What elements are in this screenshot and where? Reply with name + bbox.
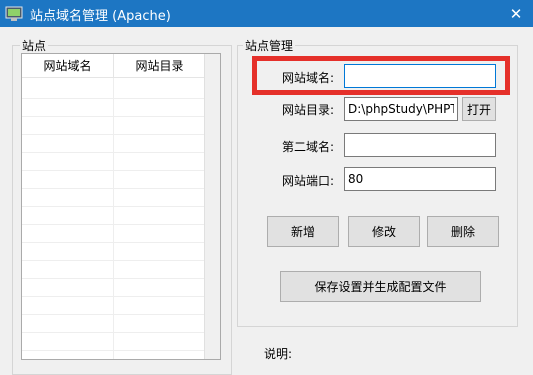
close-icon: ✕ [509, 4, 523, 23]
grid-line [22, 332, 206, 333]
close-button[interactable]: ✕ [499, 0, 533, 27]
edit-button[interactable]: 修改 [348, 216, 420, 247]
list-header: 网站域名 网站目录 [22, 54, 206, 78]
grid-line [22, 152, 206, 153]
sites-group-label: 站点 [20, 37, 49, 54]
site-list[interactable]: 网站域名 网站目录 [21, 53, 221, 360]
highlight-box [252, 56, 510, 95]
list-scrollbar[interactable] [204, 54, 220, 359]
grid-line [22, 188, 206, 189]
grid-line [22, 170, 206, 171]
grid-line [22, 314, 206, 315]
app-icon [5, 6, 23, 21]
column-header-directory[interactable]: 网站目录 [114, 54, 206, 78]
second-domain-label: 第二域名: [282, 140, 335, 154]
title-bar: 站点域名管理 (Apache) ✕ [0, 0, 533, 27]
window-title: 站点域名管理 (Apache) [30, 9, 171, 24]
grid-line [22, 206, 206, 207]
grid-line [22, 116, 206, 117]
port-input[interactable] [344, 167, 496, 191]
open-button[interactable]: 打开 [462, 97, 496, 121]
grid-line [22, 260, 206, 261]
add-button[interactable]: 新增 [267, 216, 339, 247]
grid-line [22, 296, 206, 297]
grid-line [22, 350, 206, 351]
grid-line [113, 78, 114, 359]
second-domain-input[interactable] [344, 133, 496, 157]
port-label: 网站端口: [282, 174, 335, 188]
manage-group-label: 站点管理 [243, 37, 296, 54]
grid-line [22, 278, 206, 279]
delete-button[interactable]: 删除 [427, 216, 499, 247]
grid-line [22, 224, 206, 225]
save-config-button[interactable]: 保存设置并生成配置文件 [280, 271, 481, 302]
directory-input[interactable] [344, 97, 458, 121]
notes-label: 说明: [264, 347, 293, 361]
grid-line [22, 98, 206, 99]
grid-line [22, 242, 206, 243]
grid-line [22, 134, 206, 135]
column-header-domain[interactable]: 网站域名 [22, 54, 114, 78]
directory-label: 网站目录: [282, 103, 335, 117]
